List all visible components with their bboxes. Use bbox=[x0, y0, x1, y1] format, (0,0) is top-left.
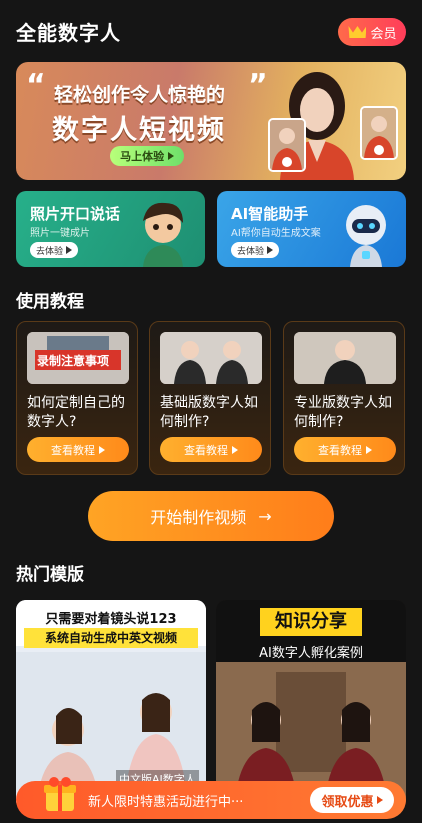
promo-bar[interactable]: 新人限时特惠活动进行中··· 领取优惠 bbox=[16, 777, 406, 819]
start-making-video-button[interactable]: 开始制作视频 → bbox=[88, 491, 334, 541]
hero-thumb-2 bbox=[360, 106, 398, 160]
tutorial-title: 专业版数字人如何制作? bbox=[294, 395, 392, 430]
claim-discount-button[interactable]: 领取优惠 bbox=[310, 787, 394, 813]
template-subheadline: 系统自动生成中英文视频 bbox=[24, 628, 198, 648]
view-tutorial-button[interactable]: 查看教程 bbox=[294, 437, 396, 462]
tutorial-title: 基础版数字人如何制作? bbox=[160, 395, 258, 430]
template-headline: 知识分享 bbox=[260, 608, 362, 636]
gift-icon bbox=[44, 777, 76, 811]
hero-banner[interactable]: “ ” 轻松创作令人惊艳的 数字人短视频 马上体验 bbox=[16, 62, 406, 180]
templates-section-title: 热门模版 bbox=[16, 565, 84, 585]
robot-icon bbox=[346, 205, 386, 267]
vip-button[interactable]: 会员 bbox=[338, 18, 406, 46]
tutorial-card-3[interactable]: 专业版数字人如何制作? 查看教程 bbox=[283, 321, 405, 475]
card-subtitle: 照片一键成片 bbox=[30, 228, 90, 239]
tutorial-thumbnail bbox=[294, 332, 396, 384]
template-headline: 只需要对着镜头说123 bbox=[45, 612, 177, 627]
thumbnail-text: 录制注意事项 bbox=[37, 354, 110, 368]
play-icon bbox=[167, 152, 174, 160]
try-button[interactable]: 去体验 bbox=[231, 242, 279, 258]
tutorial-thumbnail: 录制注意事项 bbox=[27, 332, 129, 384]
hero-line2: 数字人短视频 bbox=[52, 115, 226, 146]
hero-line1: 轻松创作令人惊艳的 bbox=[54, 84, 226, 106]
template-subheadline: AI数字人孵化案例 bbox=[259, 646, 363, 661]
tutorial-card-2[interactable]: 基础版数字人如何制作? 查看教程 bbox=[149, 321, 271, 475]
view-tutorial-button[interactable]: 查看教程 bbox=[160, 437, 262, 462]
tutorials-section-title: 使用教程 bbox=[16, 292, 84, 312]
tutorial-title: 如何定制自己的数字人? bbox=[27, 395, 125, 430]
arrow-right-icon: → bbox=[258, 506, 272, 526]
play-icon bbox=[366, 445, 372, 454]
play-icon bbox=[232, 445, 238, 454]
open-quote-icon: “ bbox=[26, 68, 46, 103]
play-icon bbox=[65, 246, 72, 254]
card-subtitle: AI帮你自动生成文案 bbox=[231, 228, 321, 239]
tutorial-thumbnail bbox=[160, 332, 262, 384]
card-title: AI智能助手 bbox=[231, 205, 309, 223]
play-icon bbox=[99, 445, 105, 454]
try-button[interactable]: 去体验 bbox=[30, 242, 78, 258]
header: 全能数字人 会员 bbox=[16, 18, 406, 48]
card-title: 照片开口说话 bbox=[30, 205, 121, 223]
hero-try-button[interactable]: 马上体验 bbox=[110, 146, 184, 166]
photo-talk-card[interactable]: 照片开口说话 照片一键成片 去体验 bbox=[16, 191, 205, 267]
vip-label: 会员 bbox=[370, 26, 397, 42]
promo-text: 新人限时特惠活动进行中··· bbox=[88, 794, 244, 810]
hero-thumb-1 bbox=[268, 118, 306, 172]
view-tutorial-button[interactable]: 查看教程 bbox=[27, 437, 129, 462]
close-quote-icon: ” bbox=[248, 68, 268, 103]
start-button-label: 开始制作视频 bbox=[150, 508, 247, 527]
crown-icon bbox=[347, 24, 367, 40]
play-icon bbox=[376, 796, 383, 804]
template-card-2[interactable]: 知识分享 AI数字人孵化案例 bbox=[216, 600, 406, 810]
tutorial-card-1[interactable]: 录制注意事项 如何定制自己的数字人? 查看教程 bbox=[16, 321, 138, 475]
play-icon bbox=[266, 246, 273, 254]
cartoon-boy-icon bbox=[143, 202, 183, 267]
ai-assistant-card[interactable]: AI智能助手 AI帮你自动生成文案 去体验 bbox=[217, 191, 406, 267]
